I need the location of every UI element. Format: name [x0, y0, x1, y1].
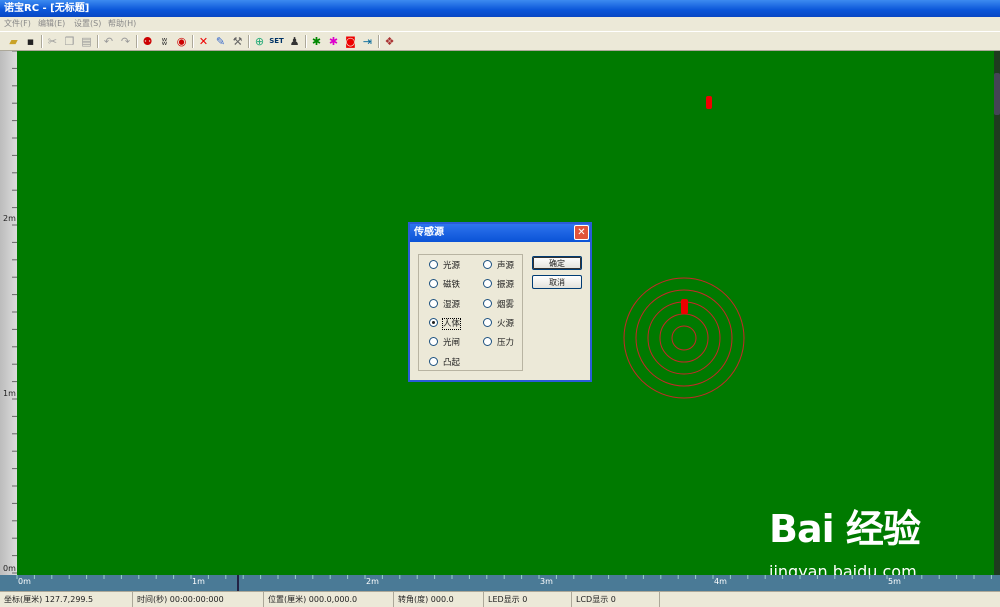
sensor-options-group: 光源 声源 磁铁 振源 湿源 烟雾 人体 火源 光闸 压力 凸起 — [418, 254, 523, 371]
radio-icon[interactable] — [429, 337, 438, 346]
option-fire[interactable]: 火源 — [483, 318, 514, 330]
menu-help[interactable]: 帮助(H) — [108, 17, 136, 31]
vertical-ruler: 2m 1m 0m — [0, 51, 17, 575]
status-position: 位置(厘米) 000.0,000.0 — [264, 592, 394, 607]
close-icon[interactable]: ✕ — [574, 225, 589, 240]
menu-bar: 文件(F) 编辑(E) 设置(S) 帮助(H) — [0, 17, 1000, 31]
ruler-label-5m-x: 5m — [888, 577, 901, 586]
sensor-icon[interactable]: ʬ — [157, 34, 172, 49]
horizontal-ruler: 0m 1m 2m 3m 4m 5m — [0, 575, 1000, 591]
radio-icon[interactable] — [429, 299, 438, 308]
run2-icon[interactable]: ✱ — [326, 34, 341, 49]
option-light[interactable]: 光源 — [429, 260, 460, 272]
menu-settings[interactable]: 设置(S) — [74, 17, 101, 31]
paste-icon[interactable]: ▤ — [79, 34, 94, 49]
delete-icon[interactable]: ✕ — [196, 34, 211, 49]
radio-icon[interactable] — [429, 260, 438, 269]
undo-icon[interactable]: ↶ — [101, 34, 116, 49]
set-icon[interactable]: SET — [269, 34, 284, 49]
option-pressure[interactable]: 压力 — [483, 337, 514, 349]
ruler-label-2m: 2m — [3, 214, 16, 223]
run-icon[interactable]: ✱ — [309, 34, 324, 49]
target-icon[interactable]: ⊕ — [252, 34, 267, 49]
copy-icon[interactable]: ❐ — [62, 34, 77, 49]
status-angle: 转角(度) 000.0 — [394, 592, 484, 607]
redo-icon[interactable]: ↷ — [118, 34, 133, 49]
tools-icon[interactable]: ⚒ — [230, 34, 245, 49]
exit-icon[interactable]: ⇥ — [360, 34, 375, 49]
option-light-gate[interactable]: 光闸 — [429, 337, 460, 349]
status-led: LED显示 0 — [484, 592, 572, 607]
dialog-title: 传感源 — [410, 224, 590, 242]
watermark-logo: Bai 经验 — [769, 507, 921, 551]
option-vibration[interactable]: 振源 — [483, 279, 514, 291]
radio-icon[interactable] — [483, 299, 492, 308]
radio-icon[interactable] — [483, 279, 492, 288]
option-magnet[interactable]: 磁铁 — [429, 279, 460, 291]
stop-icon[interactable]: ◙ — [343, 34, 358, 49]
window-title: 诺宝RC - [无标题] — [0, 0, 1000, 17]
menu-edit[interactable]: 编辑(E) — [38, 17, 65, 31]
robot-icon[interactable]: ⚉ — [140, 34, 155, 49]
ruler-label-2m-x: 2m — [366, 577, 379, 586]
radio-icon[interactable] — [483, 337, 492, 346]
radio-icon[interactable] — [483, 318, 492, 327]
status-coord: 坐标(厘米) 127.7,299.5 — [0, 592, 133, 607]
option-sound[interactable]: 声源 — [483, 260, 514, 272]
cut-icon[interactable]: ✂ — [45, 34, 60, 49]
ruler-label-0m-x: 0m — [18, 577, 31, 586]
human-source[interactable] — [622, 276, 746, 400]
ok-button[interactable]: 确定 — [532, 256, 582, 270]
radio-icon[interactable] — [429, 357, 438, 366]
robot2-icon[interactable]: ♟ — [287, 34, 302, 49]
option-humidity[interactable]: 湿源 — [429, 299, 460, 311]
option-bump[interactable]: 凸起 — [429, 357, 460, 369]
ruler-label-3m-x: 3m — [540, 577, 553, 586]
radio-selected-icon[interactable] — [429, 318, 438, 327]
sensor-source-dialog: 传感源 ✕ 光源 声源 磁铁 振源 湿源 烟雾 人体 火源 光闸 压力 凸起 确… — [408, 222, 592, 382]
option-smoke[interactable]: 烟雾 — [483, 299, 514, 311]
ruler-label-0m: 0m — [3, 564, 16, 573]
option-human[interactable]: 人体 — [429, 318, 462, 330]
scroll-thumb[interactable] — [994, 73, 1000, 115]
robot-marker[interactable] — [706, 96, 712, 109]
status-lcd: LCD显示 0 — [572, 592, 660, 607]
menu-file[interactable]: 文件(F) — [4, 17, 31, 31]
save-icon[interactable]: ▪ — [23, 34, 38, 49]
cancel-button[interactable]: 取消 — [532, 275, 582, 289]
radio-icon[interactable] — [429, 279, 438, 288]
toolbar: ▰ ▪ ✂ ❐ ▤ ↶ ↷ ⚉ ʬ ◉ ✕ ✎ ⚒ ⊕ SET ♟ ✱ ✱ ◙ … — [0, 31, 1000, 51]
status-time: 时间(秒) 00:00:00:000 — [133, 592, 264, 607]
ruler-label-1m-x: 1m — [192, 577, 205, 586]
vertical-scrollbar[interactable] — [994, 51, 1000, 575]
open-icon[interactable]: ▰ — [6, 34, 21, 49]
book-icon[interactable]: ❖ — [382, 34, 397, 49]
ruler-label-4m-x: 4m — [714, 577, 727, 586]
radio-icon[interactable] — [483, 260, 492, 269]
status-bar: 坐标(厘米) 127.7,299.5 时间(秒) 00:00:00:000 位置… — [0, 591, 1000, 607]
eye-icon[interactable]: ◉ — [174, 34, 189, 49]
brush-icon[interactable]: ✎ — [213, 34, 228, 49]
ruler-label-1m: 1m — [3, 389, 16, 398]
